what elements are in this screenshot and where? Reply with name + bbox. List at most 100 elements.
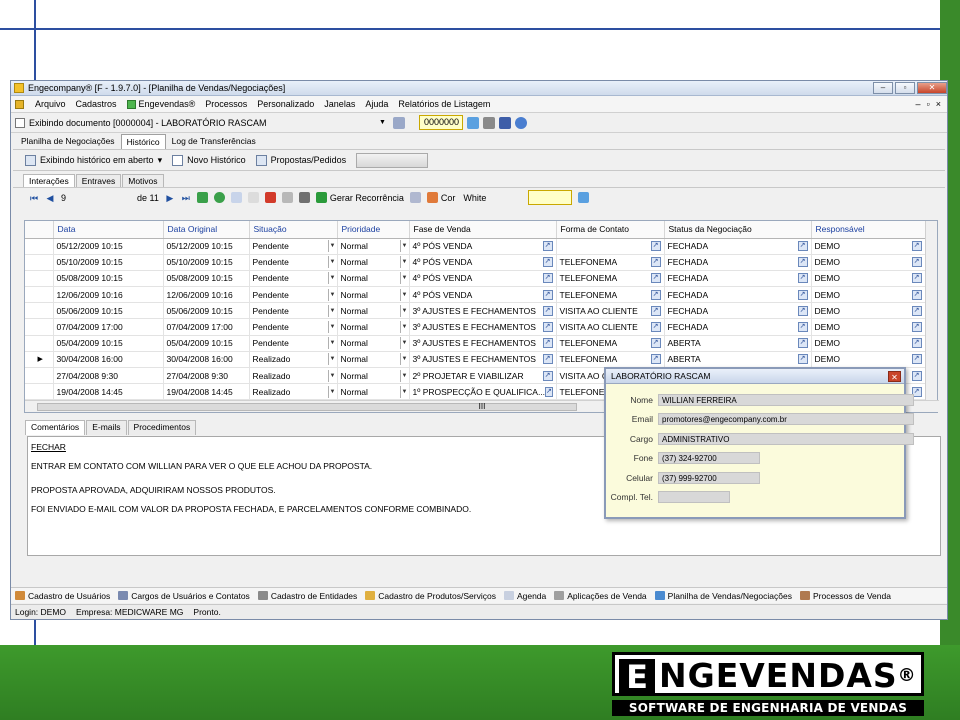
cell-fase[interactable]: 2º PROJETAR E VIABILIZAR ↗ [409, 367, 557, 385]
email-field[interactable]: promotores@engecompany.com.br [658, 413, 914, 425]
col-data[interactable]: Data [53, 221, 164, 239]
cell-fase[interactable]: 1º PROSPECÇÃO E QUALIFICA... ↗ [409, 383, 557, 401]
cell-situacao[interactable]: Pendente ▼ [249, 238, 338, 255]
cell-forma[interactable]: TELEFONEMA ↗ [556, 270, 665, 288]
shortcut-produtos[interactable]: Cadastro de Produtos/Serviços [365, 591, 496, 601]
table-row[interactable]: 05/08/2009 10:15 05/08/2009 10:15 Pendente… [25, 270, 926, 288]
cell-data-original[interactable]: 19/04/2008 14:45 [163, 383, 250, 401]
cell-forma[interactable]: TELEFONEMA ↗ [556, 254, 665, 271]
last-record-button[interactable]: ⏭ [181, 193, 191, 203]
cell-status[interactable]: FECHADA ↗ [664, 238, 812, 255]
celular-field[interactable]: (37) 999-92700 [658, 472, 760, 484]
chevron-down-icon[interactable]: ▼ [327, 272, 337, 285]
cell-prioridade[interactable]: Normal ▼ [337, 351, 410, 369]
color-selector[interactable]: Cor White [426, 192, 486, 203]
cell-situacao[interactable]: Pendente ▼ [249, 318, 338, 336]
lookup-icon[interactable]: ↗ [650, 322, 661, 333]
tab-comentarios[interactable]: Comentários [25, 420, 86, 435]
popup-close-button[interactable]: ✕ [888, 370, 901, 382]
table-row[interactable]: 05/12/2009 10:15 05/12/2009 10:15 Pendente… [25, 238, 926, 255]
cell-prioridade[interactable]: Normal ▼ [337, 302, 410, 320]
glasses-icon[interactable] [393, 116, 405, 129]
row-indicator[interactable] [25, 302, 54, 320]
shortcut-aplicacoes[interactable]: Aplicações de Venda [554, 591, 647, 601]
tab-motivos[interactable]: Motivos [122, 174, 164, 187]
cell-responsavel[interactable]: DEMO ↗ [811, 238, 926, 255]
fone-field[interactable]: (37) 324-92700 [658, 452, 760, 464]
lookup-icon[interactable]: ↗ [542, 241, 553, 252]
cell-situacao[interactable]: Pendente ▼ [249, 302, 338, 320]
lookup-icon[interactable]: ↗ [542, 370, 553, 381]
cell-situacao[interactable]: Realizado ▼ [249, 367, 338, 385]
cell-situacao[interactable]: Pendente ▼ [249, 335, 338, 352]
lookup-icon[interactable]: ↗ [911, 338, 922, 349]
save-record-icon[interactable] [247, 192, 259, 203]
undo-icon[interactable] [281, 192, 293, 203]
table-row[interactable]: ▶ 30/04/2008 16:00 30/04/2008 16:00 Realiza… [25, 351, 926, 369]
row-indicator[interactable] [25, 367, 54, 385]
cell-situacao[interactable]: Pendente ▼ [249, 254, 338, 271]
row-indicator[interactable] [25, 383, 54, 401]
grid-scroll-thumb[interactable] [37, 403, 577, 411]
row-indicator[interactable] [25, 270, 54, 288]
generate-recurrence-button[interactable]: Gerar Recorrência [315, 192, 404, 203]
lookup-icon[interactable]: ↗ [650, 289, 661, 300]
lookup-icon[interactable]: ↗ [542, 273, 553, 284]
cargo-field[interactable]: ADMINISTRATIVO [658, 433, 914, 445]
lookup-icon[interactable]: ↗ [797, 354, 808, 365]
cell-prioridade[interactable]: Normal ▼ [337, 383, 410, 401]
chevron-down-icon[interactable]: ▼ [327, 369, 337, 382]
cell-data-original[interactable]: 05/04/2009 10:15 [163, 335, 250, 352]
cell-forma[interactable]: TELEFONEMA ↗ [556, 286, 665, 304]
color-input[interactable] [528, 190, 573, 205]
menu-janelas[interactable]: Janelas [319, 99, 360, 109]
col-fase[interactable]: Fase de Venda [409, 221, 557, 239]
mdi-close-button[interactable]: × [936, 99, 941, 109]
apply-color-icon[interactable] [578, 192, 590, 203]
cell-data-original[interactable]: 05/10/2009 10:15 [163, 254, 250, 271]
chevron-down-icon[interactable]: ▼ [327, 288, 337, 301]
cell-data-original[interactable]: 12/06/2009 10:16 [163, 286, 250, 304]
row-indicator[interactable] [25, 318, 54, 336]
save-icon[interactable] [499, 116, 511, 129]
fechar-link[interactable]: FECHAR [31, 442, 66, 452]
cell-responsavel[interactable]: DEMO ↗ [811, 254, 926, 271]
cell-forma[interactable]: VISITA AO CLIENTE ↗ [556, 318, 665, 336]
cell-forma[interactable]: VISITA AO CLIENTE ↗ [556, 302, 665, 320]
cell-data-original[interactable]: 05/08/2009 10:15 [163, 270, 250, 288]
document-number-input[interactable]: 0000000 [419, 115, 463, 130]
cell-forma[interactable]: ↗ [556, 238, 665, 255]
chevron-down-icon[interactable]: ▼ [399, 240, 409, 253]
cell-status[interactable]: FECHADA ↗ [664, 318, 812, 336]
row-indicator[interactable] [25, 286, 54, 304]
shortcut-agenda[interactable]: Agenda [503, 591, 546, 601]
tab-log[interactable]: Log de Transferências [166, 133, 262, 149]
chevron-down-icon[interactable]: ▼ [327, 256, 337, 269]
lookup-icon[interactable]: ↗ [650, 305, 661, 316]
blank-toolbar-button[interactable] [356, 152, 429, 168]
col-prioridade[interactable]: Prioridade [337, 221, 410, 239]
cell-status[interactable]: FECHADA ↗ [664, 270, 812, 288]
lookup-icon[interactable]: ↗ [542, 257, 553, 268]
lookup-icon[interactable]: ↗ [542, 305, 553, 316]
cell-status[interactable]: ABERTA ↗ [664, 351, 812, 369]
cell-status[interactable]: FECHADA ↗ [664, 286, 812, 304]
table-row[interactable]: 05/06/2009 10:15 05/06/2009 10:15 Pendente… [25, 302, 926, 320]
lookup-icon[interactable]: ↗ [911, 257, 922, 268]
chevron-down-icon[interactable]: ▼ [399, 321, 409, 334]
cell-fase[interactable]: 4º PÓS VENDA ↗ [409, 286, 557, 304]
shortcut-processos[interactable]: Processos de Venda [799, 591, 891, 601]
chevron-down-icon[interactable]: ▼ [399, 256, 409, 269]
cell-status[interactable]: FECHADA ↗ [664, 302, 812, 320]
cell-forma[interactable]: TELEFONEMA ↗ [556, 351, 665, 369]
table-row[interactable]: 07/04/2009 17:00 07/04/2009 17:00 Pendente… [25, 318, 926, 336]
proposals-button[interactable]: Propostas/Pedidos [255, 154, 346, 166]
cell-data-original[interactable]: 07/04/2009 17:00 [163, 318, 250, 336]
cell-fase[interactable]: 3º AJUSTES E FECHAMENTOS ↗ [409, 335, 557, 352]
chevron-down-icon[interactable]: ▼ [399, 304, 409, 317]
menu-processos[interactable]: Processos [200, 99, 252, 109]
chevron-down-icon[interactable]: ▼ [327, 385, 337, 398]
lookup-icon[interactable]: ↗ [797, 305, 808, 316]
lookup-icon[interactable]: ↗ [545, 386, 553, 397]
cell-responsavel[interactable]: DEMO ↗ [811, 270, 926, 288]
